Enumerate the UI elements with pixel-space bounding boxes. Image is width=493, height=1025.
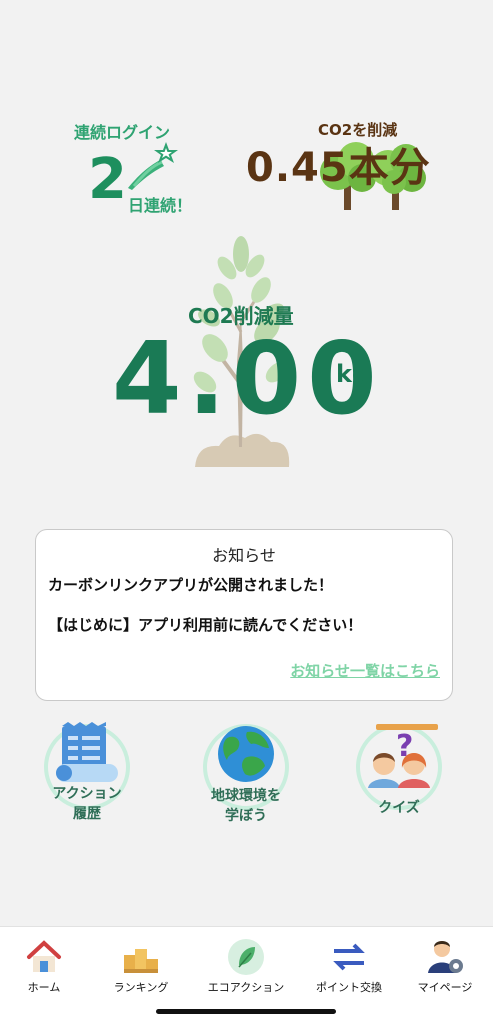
exchange-arrows-icon <box>333 943 365 971</box>
quiz-label: クイズ <box>378 800 420 816</box>
tab-home-label: ホーム <box>27 981 61 994</box>
quiz-people-icon: ? <box>368 724 438 788</box>
podium-icon <box>124 949 158 973</box>
shooting-star-icon <box>128 142 178 190</box>
co2-reduction-unit: kg <box>336 360 370 388</box>
login-streak-count: 2 <box>88 147 127 212</box>
tab-eco-action-label: エコアクション <box>207 981 285 994</box>
house-icon <box>27 940 61 972</box>
earth-globe-icon <box>218 726 274 782</box>
tab-point-exchange-label: ポイント交換 <box>316 981 382 994</box>
action-history-label: アクション 履歴 <box>52 786 122 822</box>
co2-trees-value: 0.45本分 <box>246 145 431 191</box>
news-heading: お知らせ <box>212 546 276 565</box>
scroll-document-icon <box>56 722 118 782</box>
co2-trees-title: CO2を削減 <box>318 121 398 139</box>
tab-ranking[interactable]: ランキング <box>92 927 190 999</box>
quiz-button[interactable]: ? クイズ <box>356 724 442 816</box>
tab-home[interactable]: ホーム <box>0 927 93 999</box>
tab-my-page[interactable]: マイページ <box>396 927 493 999</box>
user-gear-icon <box>428 941 463 973</box>
news-item[interactable]: 【はじめに】アプリ利用前に読んでください！ <box>48 614 362 635</box>
news-card: お知らせ カーボンリンクアプリが公開されました！ 【はじめに】アプリ利用前に読ん… <box>35 529 453 701</box>
leaf-icon <box>228 939 264 975</box>
tab-my-page-label: マイページ <box>417 981 473 994</box>
news-item[interactable]: カーボンリンクアプリが公開されました！ <box>48 574 333 595</box>
tab-point-exchange[interactable]: ポイント交換 <box>300 927 398 999</box>
news-list-link[interactable]: お知らせ一覧はこちら <box>290 660 440 681</box>
login-streak-suffix: 日連続！ <box>128 196 193 215</box>
tab-ranking-label: ランキング <box>113 981 169 994</box>
learn-earth-button[interactable]: 地球環境を 学ぼう <box>203 724 289 824</box>
tab-eco-action[interactable]: エコアクション <box>197 927 295 999</box>
learn-earth-label: 地球環境を 学ぼう <box>211 788 281 824</box>
home-indicator <box>156 1009 336 1014</box>
action-history-button[interactable]: アクション 履歴 <box>44 722 130 822</box>
